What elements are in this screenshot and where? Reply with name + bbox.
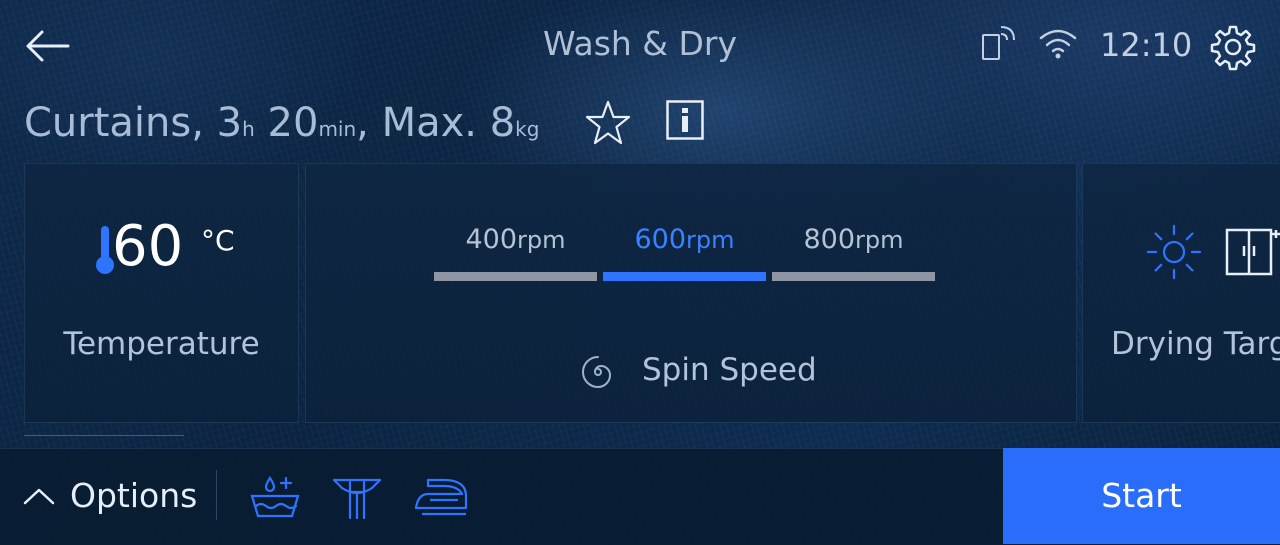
wardrobe-icon (1224, 224, 1280, 284)
spin-option-600[interactable]: 600rpm (603, 224, 766, 255)
program-summary: Curtains, 3h 20min, Max. 8kg (24, 100, 540, 146)
temperature-value: 60 (112, 214, 184, 279)
program-name: Curtains, (24, 100, 204, 146)
start-button[interactable]: Start (1003, 448, 1280, 544)
scroll-indicator (24, 435, 184, 436)
remote-control-icon (978, 22, 1018, 66)
chevron-up-icon (22, 486, 56, 510)
spin-option-600-bar[interactable] (603, 272, 766, 281)
wifi-icon (1038, 26, 1078, 66)
iron-icon[interactable] (412, 476, 470, 522)
spin-speed-label: Spin Speed (642, 352, 817, 388)
temperature-label: Temperature (63, 326, 260, 362)
water-plus-icon[interactable] (248, 474, 302, 524)
page-title: Wash & Dry (542, 24, 738, 63)
drying-target-label: Drying Targ (1111, 326, 1280, 362)
spin-icon (578, 354, 618, 394)
gear-icon (1210, 25, 1256, 71)
settings-button[interactable] (1208, 22, 1258, 76)
hanging-shirt-icon[interactable] (330, 472, 384, 524)
spin-option-800[interactable]: 800rpm (772, 224, 935, 255)
divider (216, 470, 217, 520)
spin-option-800-bar[interactable] (772, 272, 935, 281)
options-button[interactable]: Options (70, 476, 197, 515)
star-icon (585, 100, 631, 145)
info-button[interactable] (666, 100, 704, 140)
clock: 12:10 (1100, 26, 1193, 64)
spin-option-400-bar[interactable] (434, 272, 597, 281)
sun-icon (1144, 222, 1204, 286)
favorite-button[interactable] (584, 100, 632, 146)
info-icon (666, 100, 704, 140)
spin-option-400[interactable]: 400rpm (434, 224, 597, 255)
temperature-card[interactable] (24, 163, 299, 423)
temperature-unit: °C (201, 224, 235, 257)
drying-target-card[interactable] (1082, 163, 1280, 423)
